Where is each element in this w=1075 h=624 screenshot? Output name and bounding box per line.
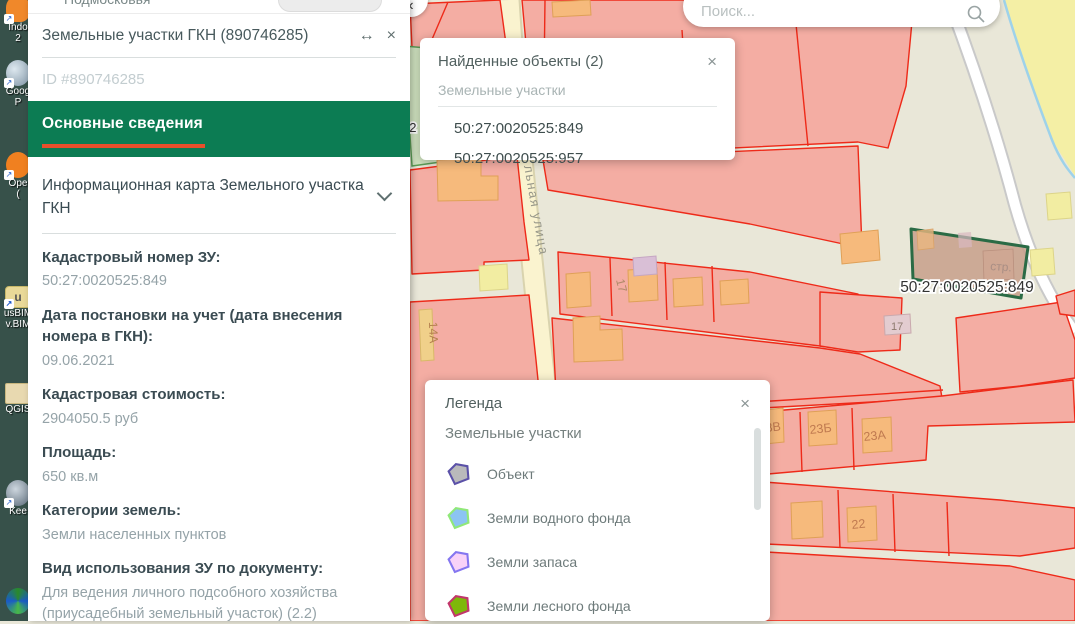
building-str-label: стр. [990,259,1012,274]
house-number-17-box: 17 [891,321,903,333]
icon-label: v.BIM [1,319,28,330]
shortcut-arrow-icon: ↗ [4,170,14,180]
qgis-folder-icon [5,383,28,404]
house-number-14a: 14А [426,322,441,344]
house-number-22: 22 [851,517,866,532]
field-label: Кадастровый номер ЗУ: [42,247,396,269]
close-icon[interactable]: × [740,395,750,412]
building-in-selected [958,232,972,248]
shortcut-arrow-icon: ↗ [4,299,14,309]
card-title: Информационная карта Земельного участка … [42,174,369,221]
field-usage-type: Вид использования ЗУ по документу: Для в… [42,558,396,623]
shortcut-arrow-icon: ↗ [4,78,14,88]
close-icon[interactable]: × [387,28,396,44]
field-label: Кадастровая стоимость: [42,384,396,406]
panel-title: Земельные участки ГКН (890746285) [42,27,347,45]
desktop-icon-indoor[interactable]: ↗ Indo 2 [1,0,28,44]
legend-item-label: Объект [487,466,535,482]
field-value: 650 кв.м [42,467,396,487]
sidebar-topbar: Подмосковья [28,0,410,14]
legend-item: Земли лесного фонда [445,594,750,618]
icon-label: ( [1,189,28,200]
building-in-selected [917,229,934,250]
desktop-icon-keepass[interactable]: ↗ Kee [1,480,28,517]
legend-item-label: Земли запаса [487,554,577,570]
found-objects-title: Найденные объекты (2) [438,53,604,70]
field-value: 09.06.2021 [42,351,396,371]
search-icon[interactable] [966,4,986,24]
keepass-icon: ↗ [6,480,28,506]
field-registration-date: Дата постановки на учет (дата внесения н… [42,305,396,372]
panel-header: Земельные участки ГКН (890746285) ↔ × [42,14,396,58]
close-icon[interactable]: × [707,53,717,70]
legend-group: Земельные участки [445,425,750,442]
legend-title: Легенда [445,395,502,412]
found-objects-group: Земельные участки [438,82,717,107]
legend-swatch-water [445,506,471,530]
legend-scrollbar[interactable] [754,428,761,510]
icon-label: usBIM [1,308,28,319]
building-lavender [633,256,657,276]
shortcut-arrow-icon: ↗ [4,498,14,508]
found-object-item[interactable]: 50:27:0020525:957 [438,150,717,167]
field-label: Категории земель: [42,500,396,522]
legend-item: Земли запаса [445,550,750,574]
tab-main-info[interactable]: Основные сведения [28,101,410,157]
field-area: Площадь: 650 кв.м [42,442,396,487]
region-label: Подмосковья [64,0,151,7]
desktop-icon-globe[interactable] [1,588,28,614]
selected-parcel-label: 50:27:0020525:849 [900,279,1034,296]
icon-label: QGIS [1,404,28,415]
card-header[interactable]: Информационная карта Земельного участка … [42,157,396,234]
field-value: 2904050.5 руб [42,409,396,429]
openstreetmap-icon: ↗ [6,152,28,178]
sidebar-content: Информационная карта Земельного участка … [28,157,410,624]
indoor-app-icon: ↗ [6,0,28,22]
info-sidebar: Подмосковья Земельные участки ГКН (89074… [28,0,410,621]
house-number-23a: 23А [863,428,887,444]
tab-active-underline [42,144,205,148]
object-id: ID #890746285 [28,58,410,101]
house-number-23b: 23Б [809,421,832,437]
shortcut-arrow-icon: ↗ [4,14,14,24]
map-search-bar [683,0,1000,27]
legend-item: Земли водного фонда [445,506,750,530]
field-label: Площадь: [42,442,396,464]
tab-label: Основные сведения [42,115,396,133]
desktop-icon-usbim[interactable]: u↗ usBIM v.BIM [1,286,28,330]
found-objects-panel: Найденные объекты (2) × Земельные участк… [420,38,735,160]
icon-label: P [1,97,28,108]
legend-swatch-reserve [445,550,471,574]
field-label: Вид использования ЗУ по документу: [42,558,396,580]
field-label: Дата постановки на учет (дата внесения н… [42,305,396,349]
legend-swatch-object [445,462,471,486]
legend-item: Объект [445,462,750,486]
parcel[interactable] [956,302,1075,392]
desktop-strip: ↗ Indo 2 ↗ Goog P ↗ Ope ( u↗ usBIM v.BIM… [0,0,28,621]
field-cadastral-value: Кадастровая стоимость: 2904050.5 руб [42,384,396,429]
legend-item-label: Земли водного фонда [487,510,631,526]
usbim-icon: u↗ [5,286,28,308]
topbar-toggle[interactable] [278,0,382,12]
field-cadastral-number: Кадастровый номер ЗУ: 50:27:0020525:849 [42,247,396,292]
desktop-icon-openstreetmap[interactable]: ↗ Ope ( [1,152,28,200]
globe-icon [6,588,28,614]
field-land-category: Категории земель: Земли населенных пункт… [42,500,396,545]
desktop-icon-qgis[interactable]: QGIS [1,378,28,415]
found-object-item[interactable]: 50:27:0020525:849 [438,120,717,137]
resize-icon[interactable]: ↔ [359,28,375,44]
desktop-icon-google-earth[interactable]: ↗ Goog P [1,60,28,108]
field-value: Земли населенных пунктов [42,525,396,545]
chevron-down-icon[interactable] [377,186,393,202]
google-earth-icon: ↗ [6,60,28,86]
field-value: 50:27:0020525:849 [42,271,396,291]
search-input[interactable] [699,0,966,24]
icon-label: 2 [1,33,28,44]
field-value: Для ведения личного подсобного хозяйства… [42,583,396,624]
legend-panel: Легенда × Земельные участки Объект Земли… [425,380,770,621]
legend-swatch-forest [445,594,471,618]
legend-item-label: Земли лесного фонда [487,598,631,614]
